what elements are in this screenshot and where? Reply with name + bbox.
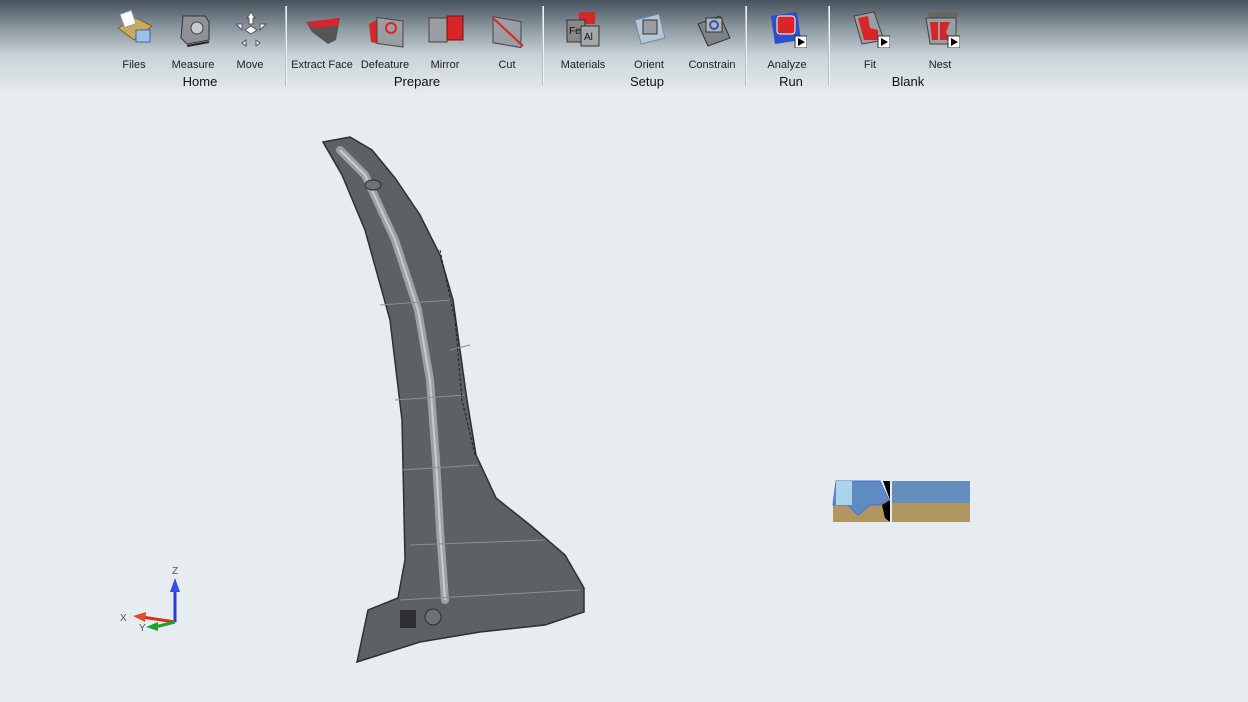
svg-text:Al: Al xyxy=(584,32,593,43)
3d-viewport[interactable]: Z X Y xyxy=(0,92,1248,702)
move-arrows-icon xyxy=(234,11,268,47)
b-pillar-part-model[interactable] xyxy=(321,136,585,664)
group-title-home: Home xyxy=(182,74,218,89)
folder-files-icon xyxy=(117,10,153,43)
mirror-icon xyxy=(428,15,464,43)
materials-button[interactable]: Fe Al Materials xyxy=(551,6,615,72)
cut-button[interactable]: Cut xyxy=(475,6,539,72)
nest-button[interactable]: Nest xyxy=(908,6,972,72)
defeature-icon xyxy=(369,16,404,48)
cut-icon xyxy=(492,16,524,48)
blank-fit-icon xyxy=(853,11,890,48)
axis-triad: Z X Y xyxy=(120,566,180,634)
axis-x-label: X xyxy=(120,613,127,624)
group-title-run: Run xyxy=(779,74,803,89)
analyze-button[interactable]: Analyze xyxy=(755,6,819,72)
ribbon-toolbar: Files Measure Move Home Extract Face Def… xyxy=(0,0,1248,92)
move-button[interactable]: Move xyxy=(218,6,282,72)
group-title-prepare: Prepare xyxy=(393,74,441,89)
group-divider xyxy=(828,6,829,86)
fit-button[interactable]: Fit xyxy=(838,6,902,72)
measure-icon xyxy=(180,15,210,47)
analyze-icon xyxy=(771,12,807,48)
group-divider xyxy=(285,6,286,86)
svg-text:Fe: Fe xyxy=(569,26,581,37)
constrain-icon xyxy=(697,15,731,47)
axis-z-label: Z xyxy=(172,566,178,577)
orient-icon xyxy=(634,13,666,45)
cut-label: Cut xyxy=(498,59,516,71)
group-divider xyxy=(542,6,543,86)
blank-nest-icon xyxy=(925,12,960,48)
nest-label: Nest xyxy=(928,59,952,71)
view-cube-indicator[interactable] xyxy=(832,480,970,522)
materials-icon: FeAl xyxy=(566,12,600,47)
group-title-blank: Blank xyxy=(891,74,925,89)
group-title-setup: Setup xyxy=(630,74,664,89)
constrain-button[interactable]: Constrain xyxy=(680,6,744,72)
axis-y-label: Y xyxy=(139,623,146,634)
extract-face-icon xyxy=(306,18,340,44)
analyze-label: Analyze xyxy=(767,59,807,71)
constrain-label: Constrain xyxy=(688,59,736,71)
